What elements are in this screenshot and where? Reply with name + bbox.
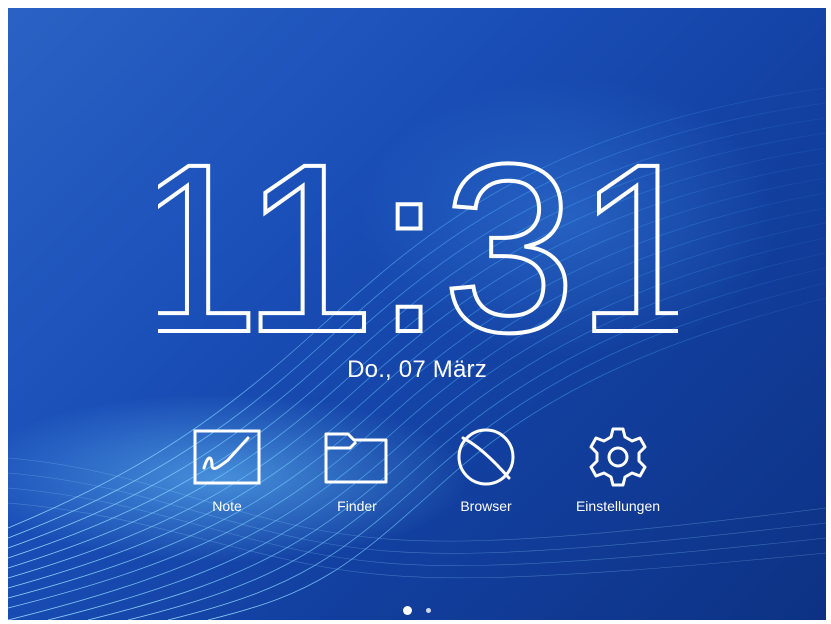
clock-time: 11:31 xyxy=(158,136,678,351)
page-indicator[interactable] xyxy=(8,602,826,616)
app-finder[interactable]: Finder xyxy=(297,426,417,514)
app-browser[interactable]: Browser xyxy=(426,426,546,514)
app-dock: Note Finder Browser Einstellungen xyxy=(8,426,826,536)
app-settings-label: Einstellungen xyxy=(575,498,661,514)
clock: 11:31 xyxy=(158,136,678,351)
app-settings[interactable]: Einstellungen xyxy=(558,426,678,514)
page-dot-active[interactable] xyxy=(402,606,412,616)
folder-icon xyxy=(324,432,388,484)
app-finder-label: Finder xyxy=(337,498,377,514)
browser-icon xyxy=(457,428,515,486)
home-screen: 11:31 Do., 07 März Note Finder Browser E… xyxy=(8,8,826,620)
app-note-label: Note xyxy=(212,498,242,514)
app-note[interactable]: Note xyxy=(167,426,287,514)
gear-icon xyxy=(589,427,647,487)
date-label: Do., 07 März xyxy=(347,356,487,383)
app-browser-label: Browser xyxy=(460,498,512,514)
note-icon xyxy=(193,429,261,485)
